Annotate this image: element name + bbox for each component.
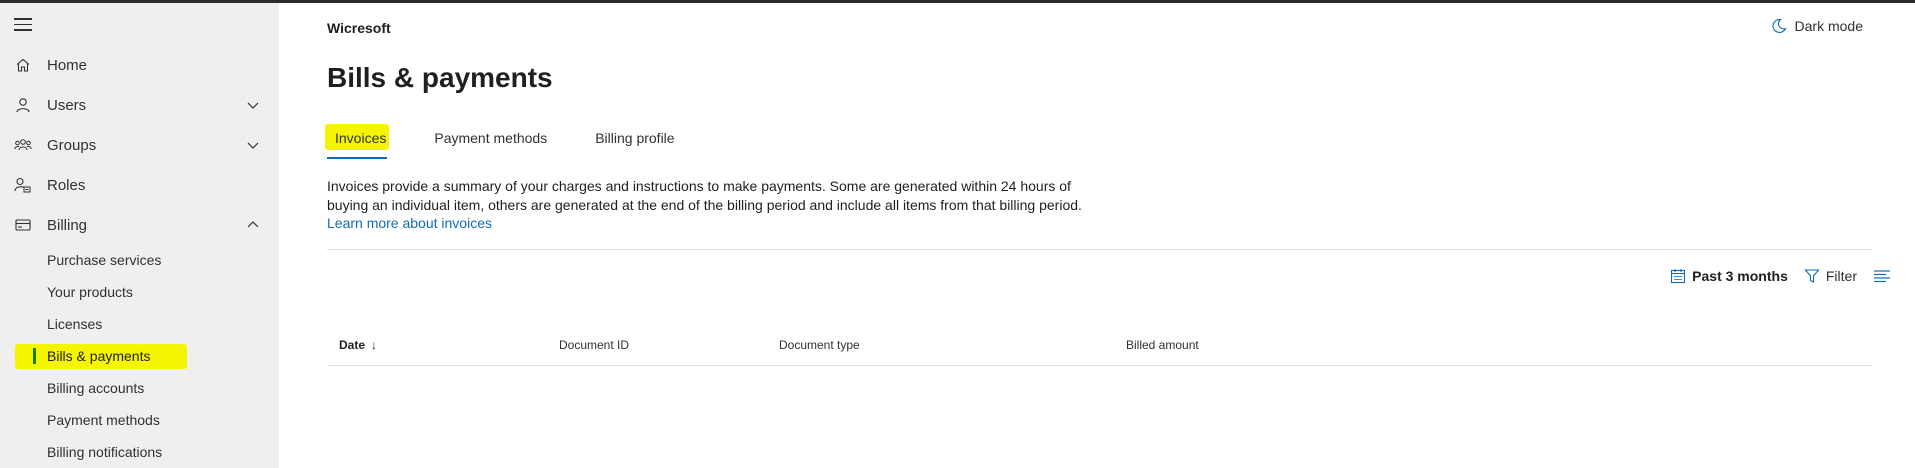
description-line: Invoices provide a summary of your charg… [327,178,1071,194]
dark-mode-label: Dark mode [1794,18,1863,34]
chevron-down-icon[interactable] [246,138,260,152]
date-range-button[interactable]: Past 3 months [1670,268,1788,284]
column-header-date[interactable]: Date ↓ [339,338,377,352]
hamburger-menu-icon[interactable] [14,18,32,32]
filter-icon [1804,269,1820,283]
filter-label: Filter [1825,268,1857,284]
sidebar-item-label: Your products [47,284,133,300]
column-header-document-type[interactable]: Document type [779,338,860,352]
roles-icon [14,176,32,194]
tab-label: Invoices [335,130,387,146]
tab-billing-profile[interactable]: Billing profile [587,121,682,159]
column-header-billed-amount[interactable]: Billed amount [1126,338,1199,352]
sidebar-item-billing-notifications[interactable]: Billing notifications [0,438,279,466]
tab-label: Payment methods [434,130,548,146]
dark-mode-toggle[interactable]: Dark mode [1771,18,1863,34]
nav-item-label: Billing [47,216,88,234]
groups-icon [14,136,32,154]
chevron-down-icon[interactable] [246,98,260,112]
nav-item-home[interactable]: Home [0,47,279,83]
list-options-icon [1874,270,1890,283]
tab-payment-methods[interactable]: Payment methods [426,121,555,159]
tab-bar: Invoices Payment methods Billing profile [325,121,715,161]
invoices-description: Invoices provide a summary of your charg… [327,177,1127,215]
sidebar-item-label: Billing accounts [47,380,145,396]
invoice-table-header: Date ↓ Document ID Document type Billed … [327,336,1872,366]
nav-item-billing[interactable]: Billing [0,207,279,243]
sidebar-item-label: Licenses [47,316,103,332]
sidebar-item-billing-accounts[interactable]: Billing accounts [0,374,279,402]
user-icon [14,96,32,114]
nav-item-groups[interactable]: Groups [0,127,279,163]
nav-item-label: Home [47,56,88,74]
nav-item-roles[interactable]: Roles [0,167,279,203]
sidebar-item-label: Billing notifications [47,444,163,460]
calendar-icon [1671,269,1686,284]
column-label: Date [339,338,366,352]
nav-item-label: Groups [47,136,97,154]
column-options-button[interactable] [1873,268,1897,284]
left-navigation: Home Users Groups Roles Billing Purchase… [0,3,279,468]
moon-icon [1772,18,1787,33]
section-divider [327,249,1872,250]
filter-button[interactable]: Filter [1804,268,1857,284]
main-content: Wicresoft Dark mode Bills & payments Inv… [279,3,1915,468]
nav-item-label: Users [47,96,87,114]
sidebar-item-label: Bills & payments [47,348,151,364]
nav-item-users[interactable]: Users [0,87,279,123]
invoice-toolbar: Past 3 months Filter [1654,263,1897,289]
tab-invoices[interactable]: Invoices [325,121,394,159]
sidebar-item-payment-methods[interactable]: Payment methods [0,406,279,434]
date-range-label: Past 3 months [1692,268,1788,284]
active-indicator [33,348,36,364]
organization-name: Wicresoft [327,20,391,36]
column-header-document-id[interactable]: Document ID [559,338,629,352]
tab-label: Billing profile [595,130,675,146]
column-label: Document ID [559,338,630,352]
sidebar-item-licenses[interactable]: Licenses [0,310,279,338]
learn-more-link[interactable]: Learn more about invoices [327,215,492,231]
active-tab-underline [327,157,387,159]
sidebar-item-label: Payment methods [47,412,160,428]
column-label: Document type [779,338,860,352]
sidebar-item-bills-payments[interactable]: Bills & payments [0,342,279,370]
sidebar-item-label: Purchase services [47,252,162,268]
billing-icon [14,216,32,234]
nav-item-label: Roles [47,176,86,194]
chevron-up-icon[interactable] [246,218,260,232]
column-label: Billed amount [1126,338,1199,352]
home-icon [14,56,32,74]
sort-descending-icon: ↓ [371,338,378,352]
sidebar-item-your-products[interactable]: Your products [0,278,279,306]
sidebar-item-purchase-services[interactable]: Purchase services [0,246,279,274]
page-title: Bills & payments [327,62,553,93]
description-line: buying an individual item, others are ge… [327,197,1082,213]
